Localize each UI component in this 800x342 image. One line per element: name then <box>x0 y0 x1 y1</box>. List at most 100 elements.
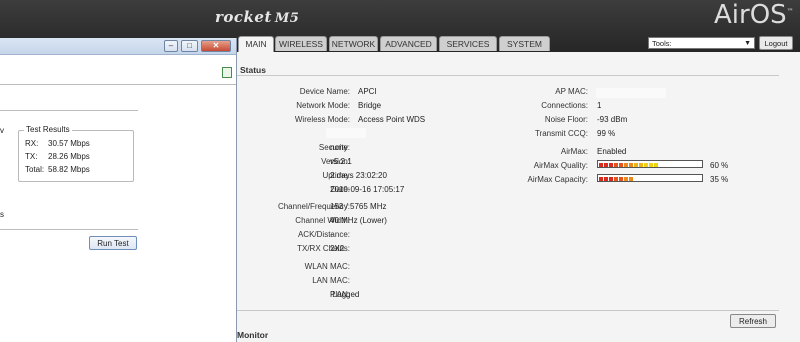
channel-width-value: 40 MHz (Lower) <box>330 216 387 225</box>
maximize-icon[interactable]: □ <box>181 40 198 52</box>
lan-mac-label: LAN MAC: <box>312 276 350 285</box>
tools-select[interactable]: Tools: ▼ <box>648 37 755 49</box>
brand-logo: rocket M5 <box>215 8 299 26</box>
bar-segment <box>609 163 613 167</box>
dialog-divider <box>0 229 138 230</box>
tab-label: ADVANCED <box>385 39 432 49</box>
noise-floor-label: Noise Floor: <box>544 115 588 124</box>
wlan-mac-label: WLAN MAC: <box>304 262 350 271</box>
bar-segment <box>604 163 608 167</box>
date-value: 2010-09-16 17:05:17 <box>330 185 405 194</box>
dialog-divider <box>0 84 236 85</box>
airmax-capacity-value: 35 % <box>710 175 729 184</box>
rx-label: RX: <box>25 139 39 148</box>
minimize-icon[interactable]: – <box>164 40 178 52</box>
device-name-value: APCI <box>358 87 377 96</box>
run-test-button[interactable]: Run Test <box>89 236 137 250</box>
document-icon[interactable] <box>222 67 232 78</box>
tab-advanced[interactable]: ADVANCED <box>380 36 437 51</box>
wireless-mode-label: Wireless Mode: <box>294 115 350 124</box>
brand-name: rocket <box>215 8 272 26</box>
transmit-ccq-label: Transmit CCQ: <box>534 129 588 138</box>
product-name: AirOS <box>714 0 787 30</box>
wireless-mode-value: Access Point WDS <box>358 115 426 124</box>
model-name: M5 <box>274 11 300 26</box>
security-value: none <box>330 143 348 152</box>
airos-logo: AirOS™ <box>714 0 794 30</box>
bar-segment <box>614 163 618 167</box>
tx-rx-chains-value: 2X2 <box>330 244 345 253</box>
ack-distance-label: ACK/Distance: <box>297 230 350 239</box>
version-value: v5.2.1 <box>330 157 352 166</box>
dialog-titlebar[interactable]: – □ ✕ <box>0 38 236 55</box>
ssid-redacted <box>326 128 366 138</box>
airmax-quality-bar <box>597 160 703 168</box>
clipped-text: s <box>0 210 4 219</box>
airmax-capacity-fill <box>599 176 634 181</box>
network-mode-value: Bridge <box>358 101 382 110</box>
bar-segment <box>649 163 653 167</box>
ap-mac-label: AP MAC: <box>555 87 588 96</box>
divider <box>237 75 779 76</box>
tools-label: Tools: <box>652 39 672 48</box>
tab-label: SERVICES <box>446 39 490 49</box>
bar-segment <box>604 177 608 181</box>
airmax-quality-fill <box>599 162 659 167</box>
bar-segment <box>599 163 603 167</box>
tab-main[interactable]: MAIN <box>238 36 274 52</box>
dialog-divider <box>0 110 138 111</box>
bar-segment <box>614 177 618 181</box>
tab-label: MAIN <box>245 39 267 49</box>
noise-floor-value: -93 dBm <box>597 115 628 124</box>
network-mode-label: Network Mode: <box>296 101 350 110</box>
monitor-section-title: Monitor <box>237 330 269 340</box>
tab-wireless[interactable]: WIRELESS <box>275 36 327 51</box>
airmax-capacity-bar <box>597 174 703 182</box>
bar-segment <box>624 177 628 181</box>
bar-segment <box>599 177 603 181</box>
tab-services[interactable]: SERVICES <box>439 36 497 51</box>
refresh-button[interactable]: Refresh <box>730 314 776 328</box>
bar-segment <box>619 177 623 181</box>
chevron-down-icon: ▼ <box>744 40 751 47</box>
tab-label: WIRELESS <box>279 39 323 49</box>
airmax-capacity-label: AirMax Capacity: <box>527 175 588 184</box>
tab-network[interactable]: NETWORK <box>329 36 378 51</box>
total-label: Total: <box>25 165 45 174</box>
bar-segment <box>639 163 643 167</box>
lan-value: Plugged <box>330 290 360 299</box>
rx-value: 30.57 Mbps <box>48 139 90 148</box>
airmax-value: Enabled <box>597 147 627 156</box>
divider <box>237 310 779 311</box>
status-section-title: Status <box>240 65 266 75</box>
tx-value: 28.26 Mbps <box>48 152 90 161</box>
bar-segment <box>634 163 638 167</box>
uptime-value: 2 days 23:02:20 <box>330 171 387 180</box>
device-name-label: Device Name: <box>299 87 350 96</box>
close-icon[interactable]: ✕ <box>201 40 231 52</box>
tab-label: NETWORK <box>331 39 376 49</box>
test-results-title: Test Results <box>24 125 72 134</box>
tab-label: SYSTEM <box>507 39 542 49</box>
bar-segment <box>624 163 628 167</box>
tx-label: TX: <box>25 152 38 161</box>
total-value: 58.82 Mbps <box>48 165 90 174</box>
tab-system[interactable]: SYSTEM <box>499 36 550 51</box>
airmax-label: AirMax: <box>560 147 588 156</box>
connections-label: Connections: <box>541 101 588 110</box>
bar-segment <box>609 177 613 181</box>
ack-distance-value: - <box>330 230 333 239</box>
transmit-ccq-value: 99 % <box>597 129 616 138</box>
speed-test-dialog: – □ ✕ v Test Results RX: 30.57 Mbps TX: … <box>0 38 237 342</box>
ap-mac-redacted <box>596 88 666 98</box>
trademark: ™ <box>786 7 794 16</box>
airmax-quality-label: AirMax Quality: <box>533 161 588 170</box>
bar-segment <box>654 163 658 167</box>
bar-segment <box>629 163 633 167</box>
logout-button[interactable]: Logout <box>759 36 793 50</box>
channel-frequency-value: 153 / 5765 MHz <box>330 202 387 211</box>
bar-segment <box>619 163 623 167</box>
connections-value: 1 <box>597 101 602 110</box>
bar-segment <box>644 163 648 167</box>
airmax-quality-value: 60 % <box>710 161 729 170</box>
